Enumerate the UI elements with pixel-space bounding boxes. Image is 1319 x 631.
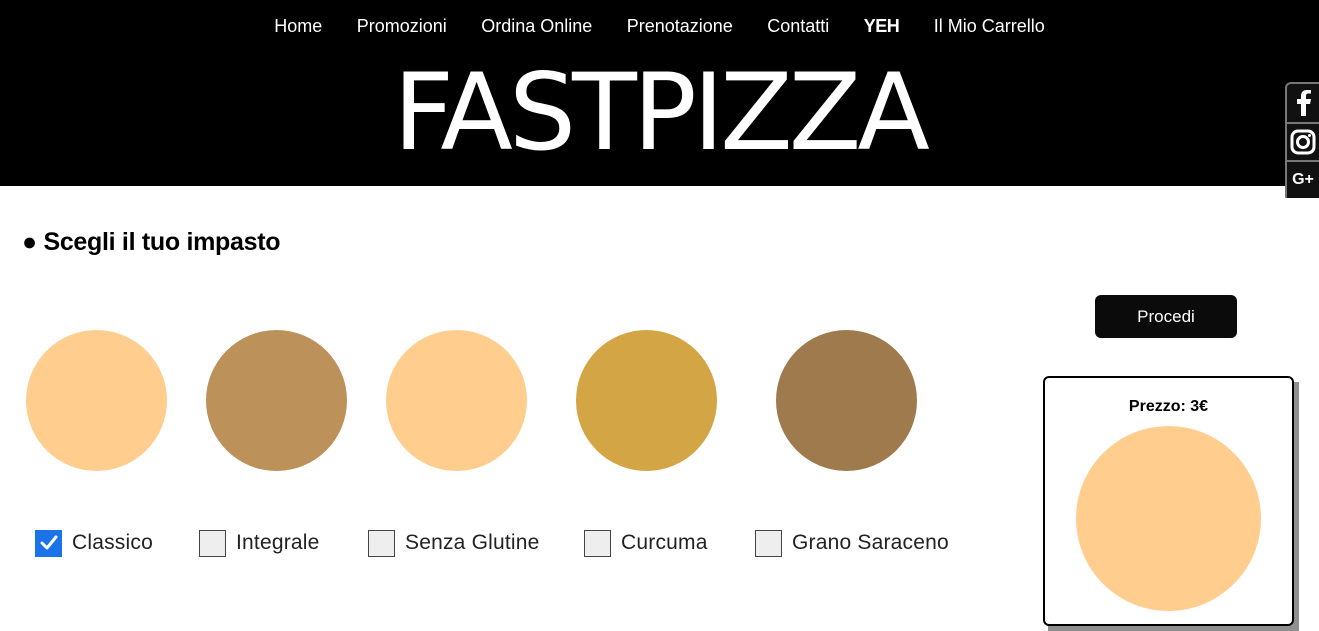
dough-label: Curcuma <box>621 531 708 554</box>
nav-yeh[interactable]: YEH <box>864 13 900 39</box>
main-nav: Home Promozioni Ordina Online Prenotazio… <box>0 13 1319 39</box>
nav-carrello[interactable]: Il Mio Carrello <box>934 13 1045 39</box>
section-title: ● Scegli il tuo impasto <box>22 228 281 256</box>
dough-label: Classico <box>72 531 153 554</box>
dough-image-curcuma[interactable] <box>576 330 717 471</box>
site-header: Home Promozioni Ordina Online Prenotazio… <box>0 0 1319 186</box>
price-label: Prezzo: 3€ <box>1128 398 1209 415</box>
nav-prenotazione[interactable]: Prenotazione <box>627 13 733 39</box>
social-bar: G+ <box>1285 82 1319 198</box>
price-card: Prezzo: 3€ <box>1043 376 1294 626</box>
facebook-icon[interactable] <box>1287 84 1319 122</box>
brand-title: FASTPIZZA <box>393 51 930 174</box>
checkbox-curcuma[interactable] <box>584 529 611 557</box>
checkbox-integrale[interactable] <box>199 529 226 557</box>
checkbox-grano-saraceno[interactable] <box>755 529 782 557</box>
dough-image-integrale[interactable] <box>206 330 347 471</box>
instagram-icon[interactable] <box>1287 122 1319 160</box>
dough-label: Integrale <box>236 531 320 554</box>
nav-promozioni[interactable]: Promozioni <box>357 13 447 39</box>
nav-contatti[interactable]: Contatti <box>767 13 829 39</box>
nav-ordina-online[interactable]: Ordina Online <box>481 13 592 39</box>
dough-option-grano-saraceno[interactable]: Grano Saraceno <box>755 528 949 558</box>
google-plus-icon[interactable]: G+ <box>1287 160 1319 198</box>
dough-label: Grano Saraceno <box>792 531 949 554</box>
dough-image-senza-glutine[interactable] <box>386 330 527 471</box>
dough-option-senza-glutine[interactable]: Senza Glutine <box>368 528 540 558</box>
checkbox-classico[interactable] <box>35 529 62 557</box>
dough-image-classico[interactable] <box>26 330 167 471</box>
proceed-button[interactable]: Procedi <box>1095 295 1237 338</box>
nav-home[interactable]: Home <box>274 13 322 39</box>
google-plus-label: G+ <box>1292 171 1314 188</box>
dough-option-curcuma[interactable]: Curcuma <box>584 528 708 558</box>
dough-image-grano-saraceno[interactable] <box>776 330 917 471</box>
dough-option-classico[interactable]: Classico <box>35 528 153 558</box>
dough-label: Senza Glutine <box>405 531 540 554</box>
checkbox-senza-glutine[interactable] <box>368 529 395 557</box>
checkmark-icon <box>40 535 57 550</box>
dough-option-integrale[interactable]: Integrale <box>199 528 320 558</box>
selected-dough-preview <box>1076 426 1261 611</box>
